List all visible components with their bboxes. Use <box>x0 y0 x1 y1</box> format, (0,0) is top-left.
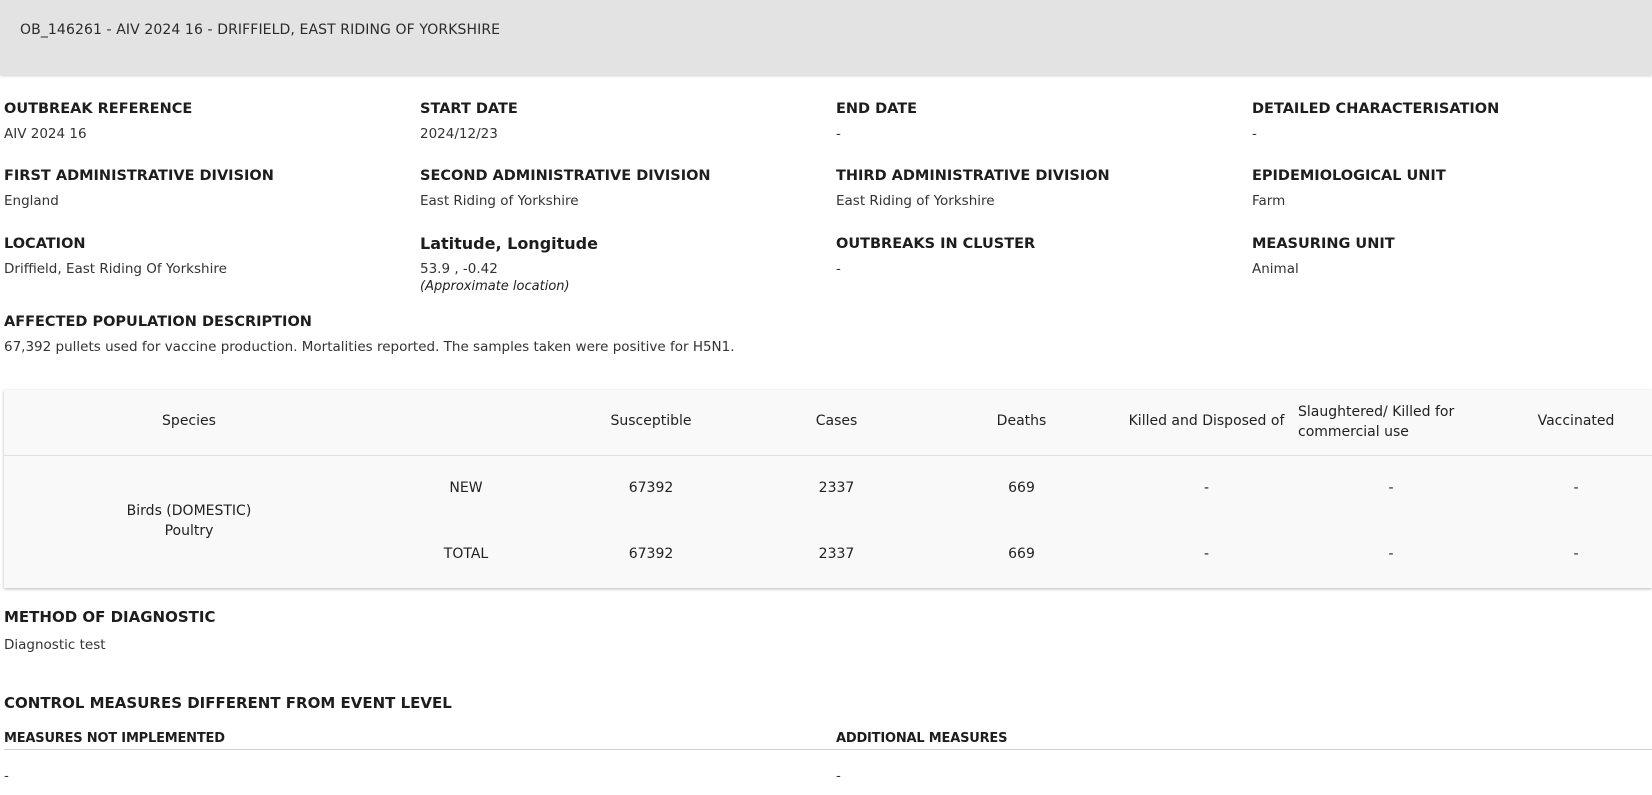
lat-long-field: Latitude, Longitude 53.9 , -0.42 (Approx… <box>420 234 820 296</box>
species-name: Birds (DOMESTIC) <box>126 503 252 519</box>
table-header-divider <box>4 455 1652 456</box>
row-total-vaccinated: - <box>1573 546 1579 562</box>
row-total-cases: 2337 <box>818 546 855 562</box>
third-admin-division-label: THIRD ADMINISTRATIVE DIVISION <box>836 168 1110 184</box>
end-date-value: - <box>836 126 841 142</box>
row-new-deaths: 669 <box>1008 480 1035 496</box>
measuring-unit-label: MEASURING UNIT <box>1252 236 1395 252</box>
first-admin-division-field: FIRST ADMINISTRATIVE DIVISION England <box>4 166 404 210</box>
row-total-type: TOTAL <box>443 546 489 562</box>
row-total-killed-disposed: - <box>1203 546 1210 562</box>
outbreaks-in-cluster-label: OUTBREAKS IN CLUSTER <box>836 236 1036 252</box>
lat-long-value: 53.9 , -0.42 <box>420 261 498 277</box>
row-new-vaccinated: - <box>1573 480 1579 496</box>
cases-column-header: Cases <box>815 413 858 429</box>
row-new-cases: 2337 <box>818 480 855 496</box>
epidemiological-unit-field: EPIDEMIOLOGICAL UNIT Farm <box>1252 166 1652 210</box>
species-cell: Birds (DOMESTIC) Poultry <box>4 501 374 541</box>
location-value: Driffield, East Riding Of Yorkshire <box>4 261 227 277</box>
second-admin-division-label: SECOND ADMINISTRATIVE DIVISION <box>420 168 711 184</box>
outbreak-reference-label: OUTBREAK REFERENCE <box>4 101 193 117</box>
page-header: OB_146261 - AIV 2024 16 - DRIFFIELD, EAS… <box>0 0 1652 75</box>
outbreaks-in-cluster-field: OUTBREAKS IN CLUSTER - <box>836 234 1236 278</box>
affected-population-field: AFFECTED POPULATION DESCRIPTION 67,392 p… <box>4 312 1204 356</box>
detailed-characterisation-value: - <box>1252 126 1257 142</box>
additional-measures-value: - <box>836 768 841 784</box>
end-date-label: END DATE <box>836 101 918 117</box>
measuring-unit-field: MEASURING UNIT Animal <box>1252 234 1652 278</box>
start-date-label: START DATE <box>420 101 518 117</box>
row-new-susceptible: 67392 <box>628 480 674 496</box>
killed-disposed-column-header: Killed and Disposed of <box>1128 413 1285 429</box>
second-admin-division-field: SECOND ADMINISTRATIVE DIVISION East Ridi… <box>420 166 820 210</box>
start-date-value: 2024/12/23 <box>420 126 498 142</box>
lat-long-label: Latitude, Longitude <box>420 234 598 253</box>
row-new-slaughtered: - <box>1388 480 1394 496</box>
measuring-unit-value: Animal <box>1252 261 1299 277</box>
detailed-characterisation-field: DETAILED CHARACTERISATION - <box>1252 99 1652 143</box>
control-measures-divider <box>4 749 1652 750</box>
measures-not-implemented-label: MEASURES NOT IMPLEMENTED <box>4 731 225 746</box>
row-total-susceptible: 67392 <box>628 546 674 562</box>
susceptible-column-header: Susceptible <box>610 413 692 429</box>
start-date-field: START DATE 2024/12/23 <box>420 99 820 143</box>
outbreak-reference-value: AIV 2024 16 <box>4 126 87 142</box>
row-total-deaths: 669 <box>1008 546 1035 562</box>
location-label: LOCATION <box>4 236 86 252</box>
species-column-header: Species <box>162 413 216 429</box>
outbreak-title: OB_146261 - AIV 2024 16 - DRIFFIELD, EAS… <box>20 22 501 38</box>
approximate-location-note: (Approximate location) <box>420 279 570 294</box>
affected-population-value: 67,392 pullets used for vaccine producti… <box>4 339 735 355</box>
affected-population-label: AFFECTED POPULATION DESCRIPTION <box>4 314 312 330</box>
deaths-column-header: Deaths <box>996 413 1047 429</box>
species-subtype: Poultry <box>164 523 214 539</box>
third-admin-division-field: THIRD ADMINISTRATIVE DIVISION East Ridin… <box>836 166 1236 210</box>
end-date-field: END DATE - <box>836 99 1236 143</box>
vaccinated-column-header: Vaccinated <box>1537 413 1615 429</box>
outbreaks-in-cluster-value: - <box>836 261 841 277</box>
row-total-slaughtered: - <box>1388 546 1394 562</box>
slaughtered-column-header: Slaughtered/ Killed for commercial use <box>1298 404 1455 440</box>
diagnostic-label: METHOD OF DIAGNOSTIC <box>4 608 216 626</box>
row-new-killed-disposed: - <box>1203 480 1210 496</box>
location-field: LOCATION Driffield, East Riding Of Yorks… <box>4 234 404 278</box>
detailed-characterisation-label: DETAILED CHARACTERISATION <box>1252 101 1500 117</box>
epidemiological-unit-value: Farm <box>1252 193 1286 209</box>
first-admin-division-value: England <box>4 193 59 209</box>
control-measures-title: CONTROL MEASURES DIFFERENT FROM EVENT LE… <box>4 694 452 712</box>
measures-not-implemented-value: - <box>4 768 9 784</box>
third-admin-division-value: East Riding of Yorkshire <box>836 193 995 209</box>
outbreak-reference-field: OUTBREAK REFERENCE AIV 2024 16 <box>4 99 404 143</box>
second-admin-division-value: East Riding of Yorkshire <box>420 193 579 209</box>
row-new-type: NEW <box>449 480 483 496</box>
first-admin-division-label: FIRST ADMINISTRATIVE DIVISION <box>4 168 274 184</box>
diagnostic-value: Diagnostic test <box>4 637 106 653</box>
epidemiological-unit-label: EPIDEMIOLOGICAL UNIT <box>1252 168 1446 184</box>
additional-measures-label: ADDITIONAL MEASURES <box>836 731 1008 746</box>
